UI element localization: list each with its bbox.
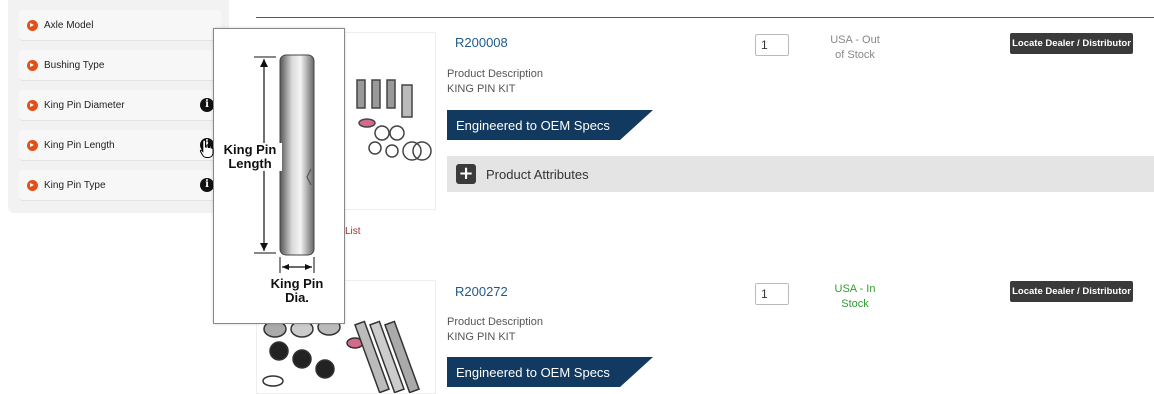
chevron-right-icon — [27, 99, 38, 111]
filter-label: King Pin Length — [44, 139, 115, 151]
stock-status-line: Stock — [841, 298, 869, 310]
filter-king-pin-diameter[interactable]: King Pin Diameter i — [19, 90, 221, 121]
oem-specs-label: Engineered to OEM Specs — [456, 364, 610, 380]
filter-king-pin-length[interactable]: King Pin Length i — [19, 130, 221, 161]
description-value: KING PIN KIT — [447, 331, 516, 343]
filter-label: Bushing Type — [44, 59, 105, 71]
filter-king-pin-type[interactable]: King Pin Type i — [19, 170, 221, 201]
filter-sidebar: Axle Model Bushing Type King Pin Diamete… — [8, 0, 229, 213]
product-sku-link[interactable]: R200008 — [455, 35, 508, 50]
locate-dealer-button[interactable]: Locate Dealer / Distributor — [1010, 33, 1133, 54]
stock-status-line: of Stock — [835, 49, 875, 61]
chevron-right-icon — [27, 179, 38, 191]
filter-bushing-type[interactable]: Bushing Type — [19, 50, 221, 81]
length-label-line: Length — [228, 156, 272, 171]
chevron-right-icon — [27, 19, 38, 31]
product-attributes-label: Product Attributes — [486, 166, 589, 182]
stock-status: USA - In Stock — [820, 282, 890, 312]
diameter-label: King Pin Dia. — [250, 277, 344, 305]
filter-axle-model[interactable]: Axle Model — [19, 10, 221, 41]
oem-specs-banner: Engineered to OEM Specs — [447, 110, 653, 140]
filter-label: King Pin Type — [44, 179, 106, 191]
plus-icon: + — [456, 164, 476, 184]
locate-dealer-button[interactable]: Locate Dealer / Distributor — [1010, 281, 1133, 302]
length-label: King Pin Length — [218, 143, 282, 171]
chevron-right-icon — [27, 139, 38, 151]
stock-status: USA - Out of Stock — [820, 33, 890, 63]
description-label: Product Description — [447, 316, 543, 328]
length-label-line: King Pin — [223, 142, 277, 157]
oem-specs-banner: Engineered to OEM Specs — [447, 357, 653, 387]
divider — [256, 17, 1154, 18]
filter-label: King Pin Diameter — [44, 99, 125, 111]
product-sku-link[interactable]: R200272 — [455, 284, 508, 299]
quantity-input[interactable] — [755, 283, 789, 305]
stock-status-line: USA - Out — [830, 34, 880, 46]
info-icon[interactable]: i — [200, 178, 214, 192]
diameter-label-line: King Pin — [270, 276, 324, 291]
stock-status-line: USA - In — [834, 283, 876, 295]
filter-label: Axle Model — [44, 19, 94, 31]
description-label: Product Description — [447, 68, 543, 80]
oem-specs-label: Engineered to OEM Specs — [456, 117, 610, 133]
quantity-input[interactable] — [755, 34, 789, 56]
diameter-label-line: Dia. — [285, 290, 309, 305]
king-pin-length-tooltip: King Pin Length King Pin Dia. — [213, 28, 345, 324]
description-value: KING PIN KIT — [447, 83, 516, 95]
hand-cursor-icon — [199, 139, 214, 158]
product-attributes-toggle[interactable]: + Product Attributes — [447, 156, 1154, 192]
chevron-right-icon — [27, 59, 38, 71]
info-icon[interactable]: i — [200, 98, 214, 112]
add-to-list-link[interactable]: List — [345, 226, 361, 237]
